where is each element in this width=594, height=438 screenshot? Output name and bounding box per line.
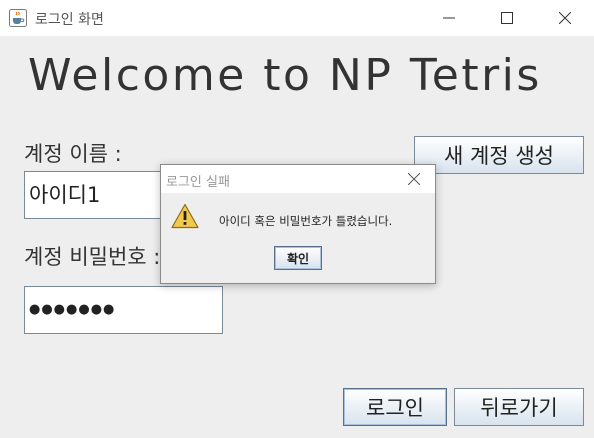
- java-cup-icon: [9, 9, 27, 27]
- window-titlebar: 로그인 화면: [0, 0, 594, 36]
- minimize-button[interactable]: [420, 0, 478, 36]
- dialog-title: 로그인 실패: [166, 175, 230, 190]
- login-failed-dialog: 로그인 실패 아이디 혹은 비밀번호가 틀렸습니다. 확인: [160, 164, 436, 284]
- back-button[interactable]: 뒤로가기: [454, 388, 584, 426]
- ok-button[interactable]: 확인: [274, 246, 322, 270]
- password-label: 계정 비밀번호 :: [24, 245, 161, 269]
- login-button[interactable]: 로그인: [343, 388, 447, 426]
- dialog-message: 아이디 혹은 비밀번호가 틀렸습니다.: [219, 214, 393, 228]
- warning-icon: [171, 203, 199, 229]
- maximize-button[interactable]: [478, 0, 536, 36]
- account-name-label: 계정 이름 :: [24, 142, 122, 166]
- minimize-icon: [443, 9, 455, 28]
- password-input[interactable]: ●●●●●●●: [24, 286, 223, 334]
- window-title: 로그인 화면: [35, 12, 104, 28]
- page-title: Welcome to NP Tetris: [28, 50, 542, 101]
- close-icon: [558, 9, 572, 28]
- dialog-close-button[interactable]: [399, 169, 429, 189]
- dialog-titlebar: 로그인 실패: [161, 165, 435, 193]
- maximize-icon: [501, 9, 513, 28]
- create-account-button[interactable]: 새 계정 생성: [414, 136, 584, 174]
- close-button[interactable]: [536, 0, 594, 36]
- close-icon: [407, 170, 421, 189]
